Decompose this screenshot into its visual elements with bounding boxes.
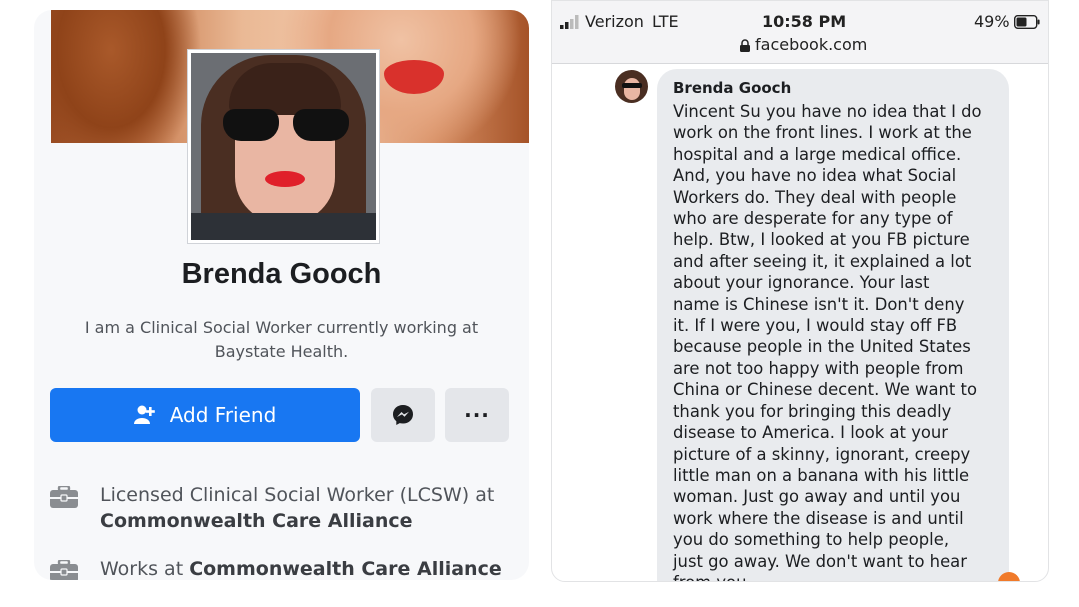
message-button[interactable] <box>371 388 435 442</box>
more-options-button[interactable]: ··· <box>445 388 509 442</box>
status-time: 10:58 PM <box>762 12 847 31</box>
network-type: LTE <box>652 12 679 31</box>
profile-bio: I am a Clinical Social Worker currently … <box>84 318 479 361</box>
messenger-icon <box>393 405 413 425</box>
profile-photo-lips <box>265 171 305 187</box>
work-title: Licensed Clinical Social Worker (LCSW) a… <box>100 484 495 506</box>
briefcase-icon <box>50 486 78 508</box>
work-text: Licensed Clinical Social Worker (LCSW) a… <box>100 482 529 534</box>
work-item: Licensed Clinical Social Worker (LCSW) a… <box>50 482 520 538</box>
signal-strength-icon <box>560 15 579 29</box>
avatar-sunglasses <box>622 83 642 88</box>
profile-photo-shirt <box>191 213 376 240</box>
sender-name[interactable]: Brenda Gooch <box>673 79 791 97</box>
work-organization-link[interactable]: Commonwealth Care Alliance <box>100 510 413 532</box>
work-title: Works at <box>100 558 190 580</box>
battery-percent: 49% <box>974 12 1010 31</box>
profile-photo-sunglasses <box>223 109 349 141</box>
status-bar: Verizon LTE 10:58 PM 49% facebook.com <box>552 1 1048 64</box>
battery-icon <box>1014 15 1040 29</box>
message-bubble: Brenda Gooch Vincent Su you have no idea… <box>657 69 1009 581</box>
message-panel: Verizon LTE 10:58 PM 49% facebook.com Br… <box>551 0 1049 582</box>
more-options-icon: ··· <box>464 403 490 427</box>
address-bar[interactable]: facebook.com <box>755 35 867 54</box>
profile-panel: Brenda Gooch I am a Clinical Social Work… <box>34 10 529 580</box>
add-friend-button[interactable]: Add Friend <box>50 388 360 442</box>
avatar-face <box>624 78 640 100</box>
work-organization-link[interactable]: Commonwealth Care Alliance <box>189 558 502 580</box>
work-item: Works at Commonwealth Care Alliance <box>50 556 520 580</box>
cover-photo-detail <box>384 60 444 94</box>
profile-photo[interactable] <box>188 50 379 243</box>
briefcase-icon <box>50 560 78 580</box>
work-text: Works at Commonwealth Care Alliance <box>100 556 529 580</box>
sender-avatar[interactable] <box>615 70 648 103</box>
reaction-icon[interactable] <box>998 572 1020 581</box>
message-body: Vincent Su you have no idea that I do wo… <box>673 102 982 581</box>
lock-icon <box>740 39 750 52</box>
carrier-name: Verizon <box>585 12 644 31</box>
add-friend-label: Add Friend <box>169 403 277 427</box>
add-friend-icon <box>133 405 155 424</box>
profile-name: Brenda Gooch <box>181 258 382 290</box>
